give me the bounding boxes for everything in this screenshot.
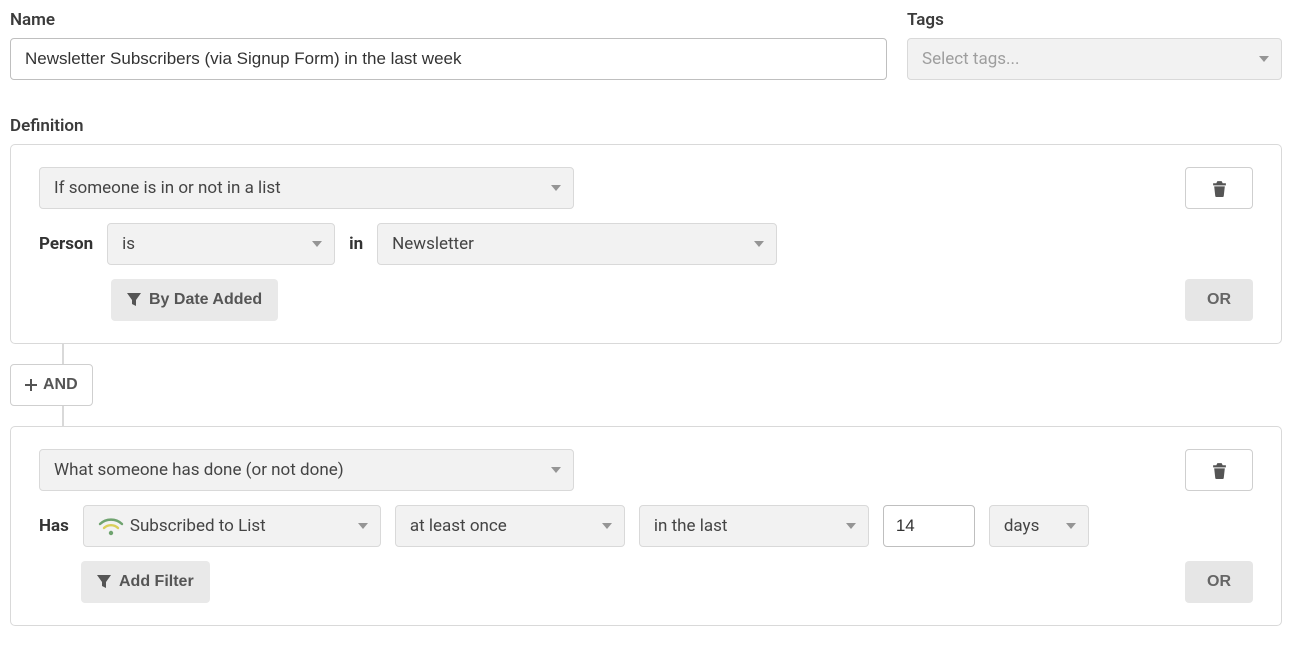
chevron-down-icon	[551, 185, 561, 191]
chevron-down-icon	[551, 467, 561, 473]
event-select-value: Subscribed to List	[130, 516, 348, 536]
rule-type-select[interactable]: If someone is in or not in a list	[39, 167, 574, 209]
trash-icon	[1212, 180, 1227, 197]
rule-card-2: What someone has done (or not done) Has …	[10, 426, 1282, 626]
and-label: AND	[43, 376, 78, 394]
person-label: Person	[39, 234, 93, 254]
list-select-value: Newsletter	[392, 234, 474, 254]
in-label: in	[349, 234, 363, 254]
name-input[interactable]	[10, 38, 887, 80]
subscribe-icon	[98, 516, 124, 536]
chevron-down-icon	[1259, 56, 1269, 62]
chevron-down-icon	[846, 523, 856, 529]
and-button[interactable]: AND	[10, 364, 93, 406]
rule-type-value: If someone is in or not in a list	[54, 178, 281, 198]
rule-type-value-2: What someone has done (or not done)	[54, 460, 344, 480]
tags-label: Tags	[907, 10, 1282, 30]
chevron-down-icon	[358, 523, 368, 529]
delete-rule-button-2[interactable]	[1185, 449, 1253, 491]
and-connector: AND	[10, 344, 1282, 426]
add-filter-label: Add Filter	[119, 573, 194, 591]
window-select-value: in the last	[654, 516, 728, 536]
trash-icon	[1212, 462, 1227, 479]
list-select[interactable]: Newsletter	[377, 223, 777, 265]
or-button-2[interactable]: OR	[1185, 561, 1253, 603]
frequency-select[interactable]: at least once	[395, 505, 625, 547]
unit-select-value: days	[1004, 516, 1040, 536]
window-value-input[interactable]	[883, 505, 975, 547]
add-filter-button[interactable]: Add Filter	[81, 561, 210, 603]
by-date-added-label: By Date Added	[149, 291, 262, 309]
or-button[interactable]: OR	[1185, 279, 1253, 321]
tags-placeholder: Select tags...	[922, 49, 1020, 69]
is-select-value: is	[122, 234, 135, 254]
chevron-down-icon	[1066, 523, 1076, 529]
definition-label: Definition	[10, 116, 1282, 136]
by-date-added-button[interactable]: By Date Added	[111, 279, 278, 321]
unit-select[interactable]: days	[989, 505, 1089, 547]
is-select[interactable]: is	[107, 223, 335, 265]
frequency-select-value: at least once	[410, 516, 507, 536]
rule-card-1: If someone is in or not in a list Person…	[10, 144, 1282, 344]
tags-select[interactable]: Select tags...	[907, 38, 1282, 80]
filter-icon	[97, 575, 111, 589]
rule-type-select-2[interactable]: What someone has done (or not done)	[39, 449, 574, 491]
name-label: Name	[10, 10, 887, 30]
has-label: Has	[39, 516, 69, 536]
chevron-down-icon	[312, 241, 322, 247]
chevron-down-icon	[754, 241, 764, 247]
filter-icon	[127, 293, 141, 307]
plus-icon	[25, 379, 37, 391]
event-select[interactable]: Subscribed to List	[83, 505, 381, 547]
window-select[interactable]: in the last	[639, 505, 869, 547]
delete-rule-button[interactable]	[1185, 167, 1253, 209]
chevron-down-icon	[602, 523, 612, 529]
